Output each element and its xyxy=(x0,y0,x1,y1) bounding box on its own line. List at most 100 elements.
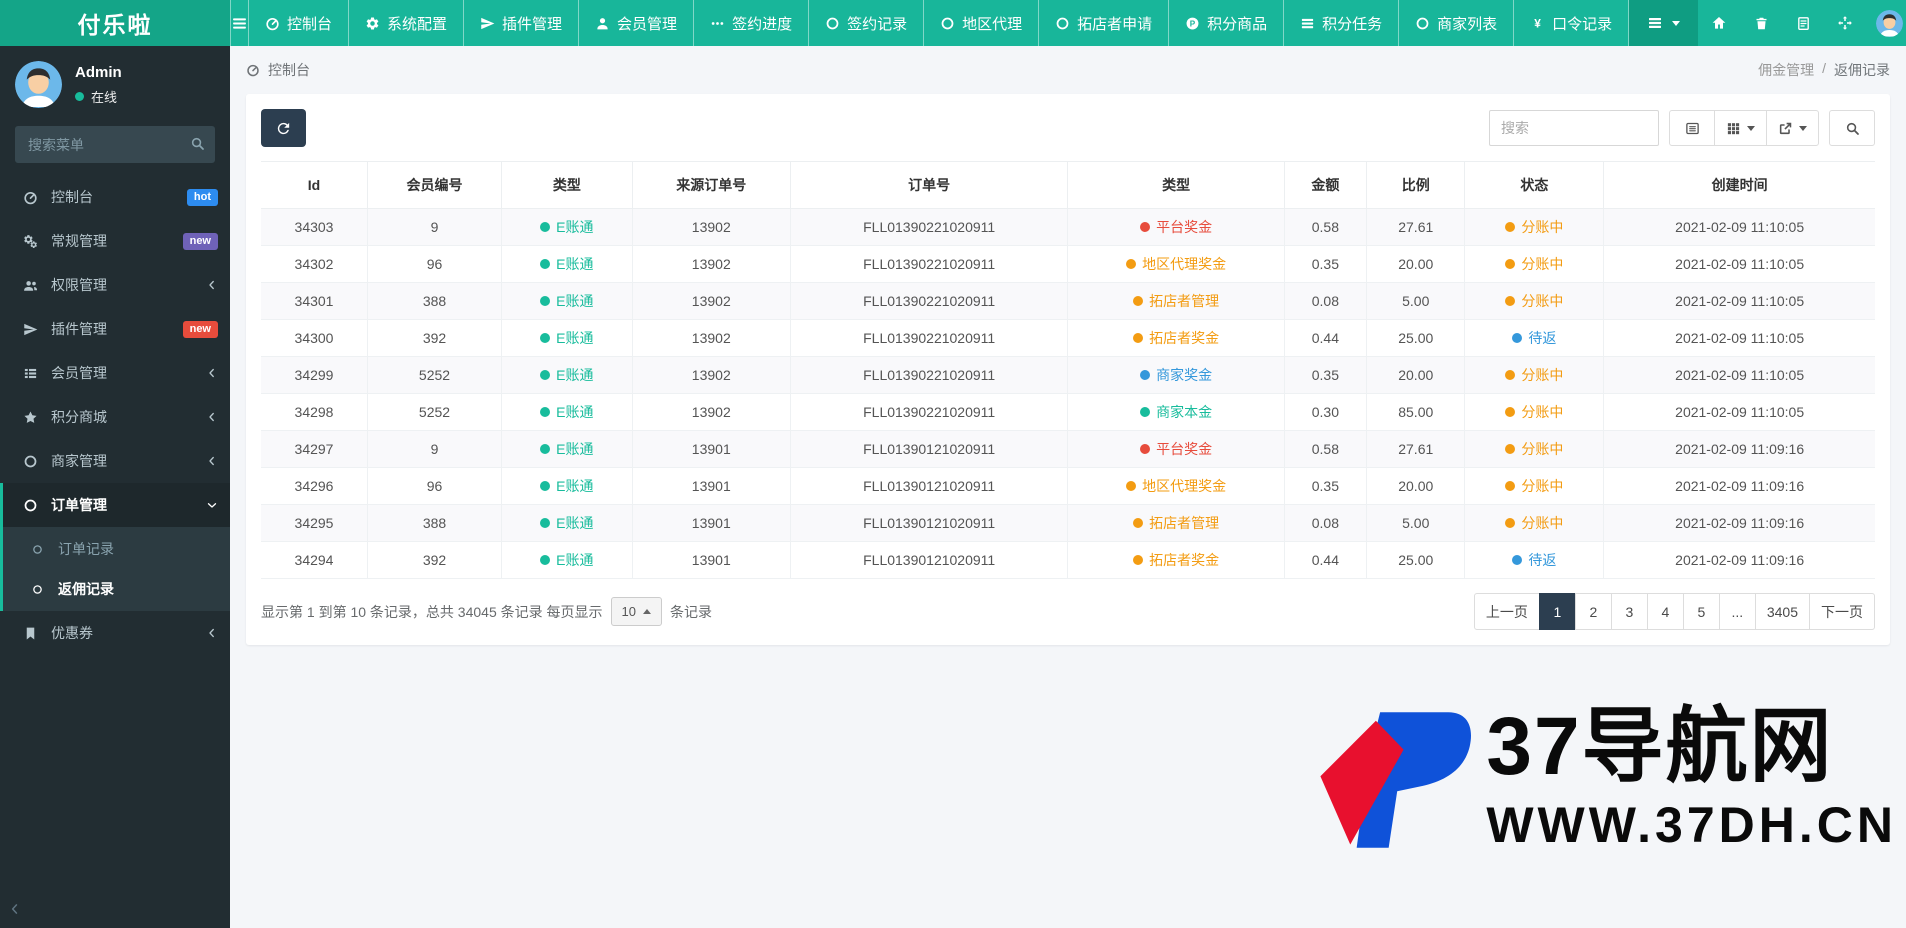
navbar-item-2[interactable]: 系统配置 xyxy=(349,0,465,46)
trash-icon-button[interactable] xyxy=(1740,0,1782,46)
column-header[interactable]: 金额 xyxy=(1283,161,1368,209)
sidebar-link[interactable]: 订单管理 xyxy=(3,483,230,527)
menu-badge: hot xyxy=(186,188,218,206)
navbar-item-9[interactable]: P 积分商品 xyxy=(1169,0,1285,46)
home-icon-button[interactable] xyxy=(1698,0,1740,46)
sidebar-link[interactable]: 权限管理 xyxy=(3,263,230,307)
column-header[interactable]: 比例 xyxy=(1366,161,1466,209)
column-header[interactable]: 类型 xyxy=(500,161,633,209)
page-button-2[interactable]: 2 xyxy=(1574,593,1612,630)
detail-view-button[interactable] xyxy=(1669,110,1715,146)
sidebar-link[interactable]: 会员管理 xyxy=(3,351,230,395)
export-dropdown-button[interactable] xyxy=(1766,110,1819,146)
search-icon xyxy=(190,136,205,151)
table-cell: 5252 xyxy=(367,356,502,394)
navbar-item-6[interactable]: 签约记录 xyxy=(809,0,925,46)
table-row[interactable]: 34300 392 E账通 13902 FLL01390221020911 拓店者奖金 0.… xyxy=(261,319,1875,357)
user-panel: Admin 在线 xyxy=(0,46,230,118)
navbar-item-4[interactable]: 会员管理 xyxy=(579,0,695,46)
caret-down-icon xyxy=(1672,20,1681,26)
table-row[interactable]: 34297 9 E账通 13901 FLL01390121020911 平台奖金 0.58 2… xyxy=(261,430,1875,468)
page-prev-button[interactable]: 上一页 xyxy=(1473,593,1540,630)
column-header[interactable]: 订单号 xyxy=(789,161,1069,209)
page-button-4[interactable]: 4 xyxy=(1646,593,1684,630)
fullscreen-icon-button[interactable] xyxy=(1824,0,1866,46)
sidebar-link[interactable]: 常规管理 new xyxy=(3,219,230,263)
dot-icon xyxy=(1133,333,1144,343)
table-cell: 34297 xyxy=(261,430,369,468)
records-table: Id 会员编号 类型 来源订单号 订单号 类型 金额 比例 状态 创建时间 34303 9 E账通 13… xyxy=(261,161,1875,579)
status-badge: 地区代理奖金 xyxy=(1126,476,1226,496)
table-cell: 分账中 xyxy=(1464,356,1605,394)
column-header[interactable]: 创建时间 xyxy=(1603,161,1875,209)
sidebar-sublink[interactable]: 返佣记录 xyxy=(3,569,230,609)
status-badge: 分账中 xyxy=(1505,513,1563,533)
table-cell: E账通 xyxy=(500,393,633,431)
dot-icon xyxy=(1133,296,1144,306)
column-header[interactable]: 会员编号 xyxy=(367,161,502,209)
table-row[interactable]: 34294 392 E账通 13901 FLL01390121020911 拓店者奖金 0.… xyxy=(261,541,1875,579)
page-next-button[interactable]: 下一页 xyxy=(1809,593,1875,630)
table-cell: 商家奖金 xyxy=(1067,356,1285,394)
table-row[interactable]: 34299 5252 E账通 13902 FLL01390221020911 商家奖金 0.… xyxy=(261,356,1875,394)
yen-icon: ¥ xyxy=(1530,16,1545,31)
sidebar-sublink[interactable]: 订单记录 xyxy=(3,529,230,569)
page-button-3[interactable]: 3 xyxy=(1610,593,1648,630)
sidebar-link[interactable]: 控制台 hot xyxy=(3,175,230,219)
navbar-item-11[interactable]: 商家列表 xyxy=(1399,0,1515,46)
column-header[interactable]: Id xyxy=(261,161,369,209)
table-row[interactable]: 34303 9 E账通 13902 FLL01390221020911 平台奖金 0.58 2… xyxy=(261,208,1875,246)
sidebar-collapse-button[interactable] xyxy=(8,902,22,916)
quick-menu-dropdown[interactable] xyxy=(1629,0,1699,46)
table-cell: 34296 xyxy=(261,467,369,505)
column-header[interactable]: 类型 xyxy=(1067,161,1285,209)
navbar-item-7[interactable]: 地区代理 xyxy=(924,0,1040,46)
refresh-button[interactable] xyxy=(261,109,306,147)
sidebar-link[interactable]: 积分商城 xyxy=(3,395,230,439)
sidebar-search-input[interactable] xyxy=(15,126,215,163)
page-button-3405[interactable]: 3405 xyxy=(1754,593,1810,630)
table-search-input[interactable] xyxy=(1489,110,1659,146)
search-button[interactable] xyxy=(1829,110,1875,146)
sidebar-link[interactable]: 插件管理 new xyxy=(3,307,230,351)
columns-dropdown-button[interactable] xyxy=(1714,110,1767,146)
sidebar-item-9: 优惠券 xyxy=(0,611,230,655)
navbar-item-10[interactable]: 积分任务 xyxy=(1284,0,1400,46)
page-button-5[interactable]: 5 xyxy=(1682,593,1720,630)
column-header[interactable]: 来源订单号 xyxy=(631,161,791,209)
table-cell: 96 xyxy=(367,467,502,505)
column-header[interactable]: 状态 xyxy=(1464,161,1605,209)
chevron-left-icon xyxy=(206,455,218,467)
breadcrumb-parent[interactable]: 佣金管理 xyxy=(1758,60,1814,80)
navbar-item-3[interactable]: 插件管理 xyxy=(464,0,580,46)
brand-logo[interactable]: 付乐啦 xyxy=(0,0,230,46)
status-badge: E账通 xyxy=(540,254,594,274)
page-button-1[interactable]: 1 xyxy=(1538,593,1576,630)
status-badge: 平台奖金 xyxy=(1140,439,1212,459)
table-row[interactable]: 34301 388 E账通 13902 FLL01390221020911 拓店者管理 0.… xyxy=(261,282,1875,320)
navbar-item-8[interactable]: 拓店者申请 xyxy=(1039,0,1170,46)
table-row[interactable]: 34302 96 E账通 13902 FLL01390221020911 地区代理奖金 0.… xyxy=(261,245,1875,283)
sidebar-subitem: 订单记录 xyxy=(3,529,230,569)
navbar-item-12[interactable]: ¥ 口令记录 xyxy=(1514,0,1630,46)
table-row[interactable]: 34298 5252 E账通 13902 FLL01390221020911 商家本金 0.… xyxy=(261,393,1875,431)
navbar-item-1[interactable]: 控制台 xyxy=(249,0,350,46)
dot-icon xyxy=(1505,296,1516,306)
breadcrumb-left[interactable]: 控制台 xyxy=(246,60,310,80)
sidebar-link[interactable]: 优惠券 xyxy=(3,611,230,655)
log-icon-button[interactable] xyxy=(1782,0,1824,46)
sidebar-link[interactable]: 商家管理 xyxy=(3,439,230,483)
search-icon xyxy=(1845,121,1860,136)
table-row[interactable]: 34295 388 E账通 13901 FLL01390121020911 拓店者管理 0.… xyxy=(261,504,1875,542)
per-page-select[interactable]: 10 xyxy=(610,597,662,626)
navbar-right-group: Admin xyxy=(1629,0,1906,46)
table-cell: 34302 xyxy=(261,245,369,283)
sidebar-item-6: 积分商城 xyxy=(0,395,230,439)
navbar-item-5[interactable]: 签约进度 xyxy=(694,0,810,46)
table-row[interactable]: 34296 96 E账通 13901 FLL01390121020911 地区代理奖金 0.… xyxy=(261,467,1875,505)
status-badge: 平台奖金 xyxy=(1140,217,1212,237)
status-badge: 拓店者管理 xyxy=(1133,513,1219,533)
admin-menu[interactable]: Admin xyxy=(1866,0,1906,46)
bookmark-icon xyxy=(20,626,40,641)
sidebar-toggle-button[interactable] xyxy=(230,0,249,46)
